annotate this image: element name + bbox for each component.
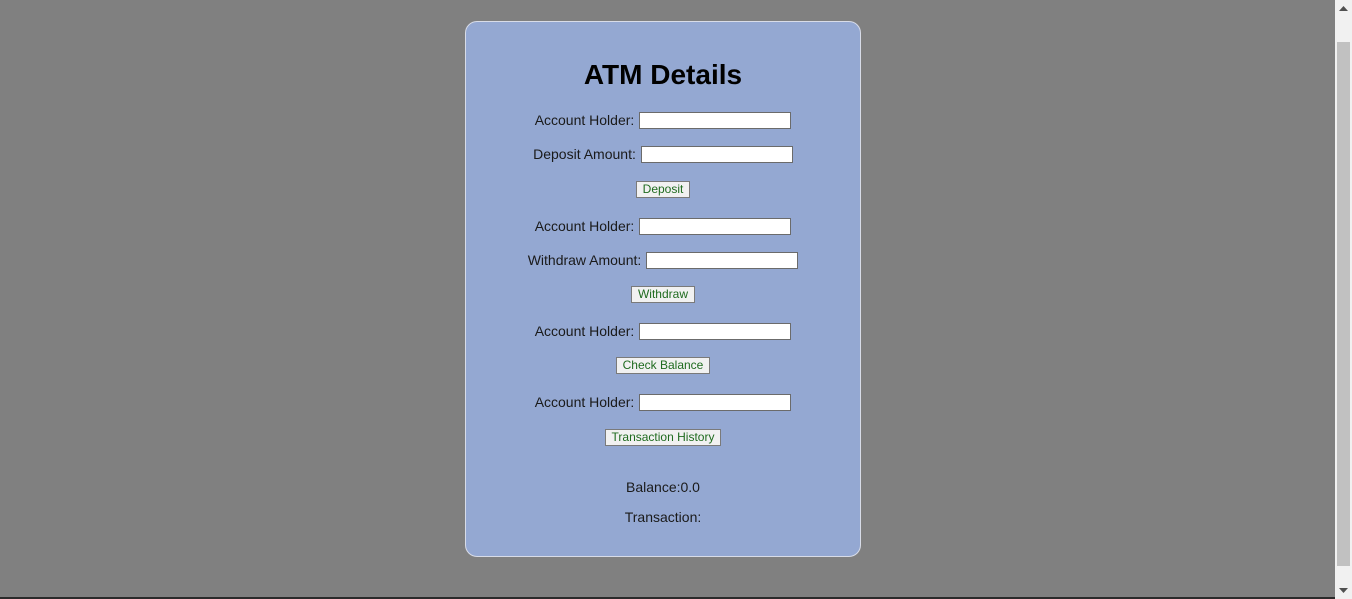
vertical-scrollbar[interactable]	[1335, 0, 1352, 599]
scrollbar-thumb[interactable]	[1337, 42, 1350, 566]
scroll-up-arrow-icon[interactable]	[1335, 0, 1352, 17]
deposit-button[interactable]: Deposit	[635, 181, 691, 198]
atm-card: ATM Details Account Holder: Deposit Amou…	[465, 21, 861, 557]
transaction-history-button[interactable]: Transaction History	[604, 429, 722, 446]
balance-text: Balance:0.0	[626, 479, 700, 495]
page-viewport: ATM Details Account Holder: Deposit Amou…	[0, 0, 1335, 599]
page-title: ATM Details	[583, 59, 743, 90]
withdraw-amount-row: Withdraw Amount:	[466, 250, 860, 270]
deposit-amount-input[interactable]	[640, 145, 793, 163]
balance-account-row: Account Holder:	[466, 321, 860, 341]
deposit-account-label: Account Holder:	[534, 112, 635, 128]
check-balance-button[interactable]: Check Balance	[615, 357, 711, 374]
deposit-button-row: Deposit	[466, 181, 860, 199]
deposit-account-input[interactable]	[639, 111, 792, 129]
withdraw-button[interactable]: Withdraw	[630, 286, 695, 303]
transaction-text: Transaction:	[624, 509, 702, 525]
history-account-input[interactable]	[639, 393, 792, 411]
deposit-amount-row: Deposit Amount:	[466, 144, 860, 164]
withdraw-account-input[interactable]	[639, 217, 792, 235]
balance-account-label: Account Holder:	[534, 323, 635, 339]
history-account-row: Account Holder:	[466, 392, 860, 412]
balance-account-input[interactable]	[639, 322, 792, 340]
history-account-label: Account Holder:	[534, 394, 635, 410]
withdraw-amount-label: Withdraw Amount:	[527, 252, 642, 268]
check-balance-button-row: Check Balance	[466, 357, 860, 375]
withdraw-account-label: Account Holder:	[534, 218, 635, 234]
deposit-account-row: Account Holder:	[466, 110, 860, 130]
scroll-down-arrow-icon[interactable]	[1335, 582, 1352, 599]
withdraw-account-row: Account Holder:	[466, 216, 860, 236]
transaction-history-button-row: Transaction History	[466, 429, 860, 447]
deposit-amount-label: Deposit Amount:	[533, 146, 636, 162]
withdraw-amount-input[interactable]	[646, 251, 799, 269]
withdraw-button-row: Withdraw	[466, 286, 860, 304]
